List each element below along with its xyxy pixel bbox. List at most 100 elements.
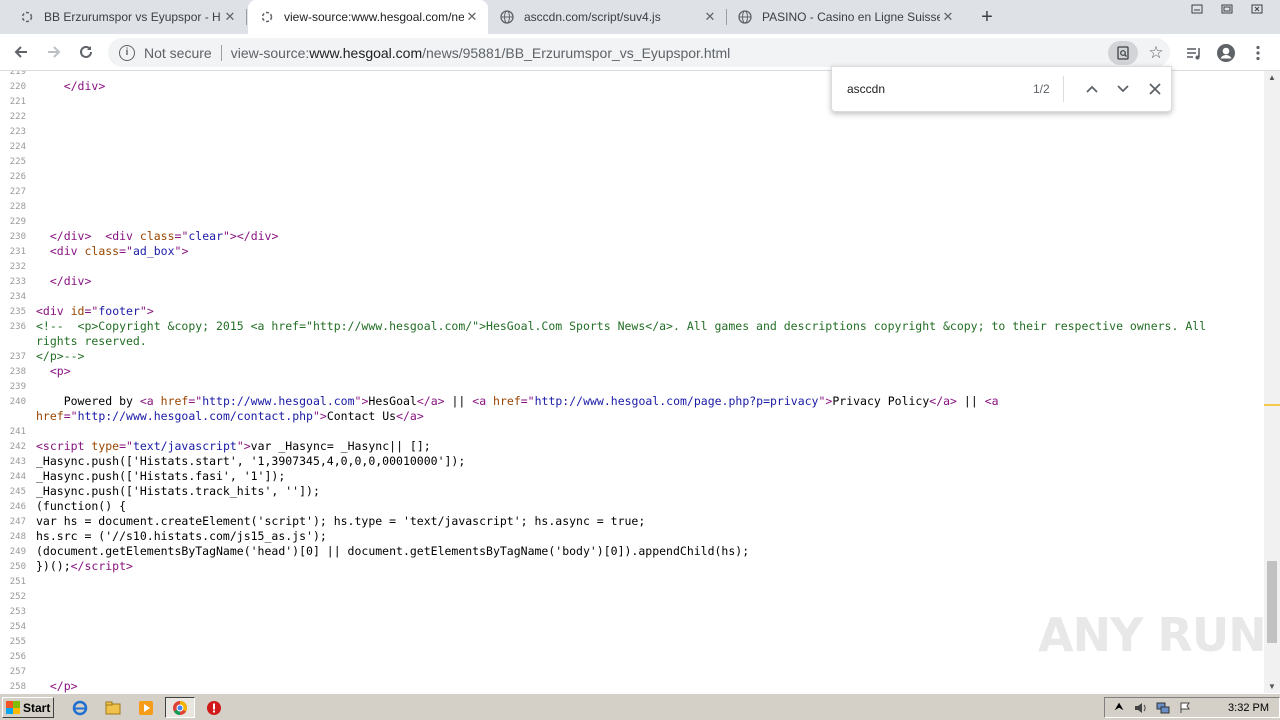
media-queue-icon[interactable] [1182, 41, 1206, 65]
line-number: 247 [9, 517, 26, 527]
volume-icon[interactable] [1133, 700, 1149, 716]
source-line: Powered by <a href="http://www.hesgoal.c… [36, 394, 999, 408]
chevron-up-icon[interactable] [1076, 77, 1108, 101]
line-number: 234 [9, 292, 26, 302]
media-player-icon[interactable] [134, 697, 158, 718]
window-controls [1182, 0, 1272, 18]
scrollbar-thumb[interactable] [1267, 561, 1277, 643]
line-number: 221 [9, 97, 26, 107]
chrome-taskbar-icon[interactable] [165, 697, 195, 718]
stop-sign-icon[interactable] [202, 697, 226, 718]
globe-icon [500, 10, 514, 24]
close-window-button[interactable] [1242, 0, 1272, 18]
line-number: 235 [9, 307, 26, 317]
url-host: www.hesgoal.com [309, 44, 423, 61]
vertical-scrollbar[interactable]: ▲ ▼ [1264, 71, 1280, 693]
minimize-button[interactable] [1182, 0, 1212, 18]
line-number: 230 [9, 232, 26, 242]
line-number: 228 [9, 202, 26, 212]
globe-icon [738, 10, 752, 24]
close-icon[interactable]: ✕ [702, 9, 718, 25]
source-line: (document.getElementsByTagName('head')[0… [36, 544, 750, 558]
find-match-count: 1/2 [1032, 82, 1050, 96]
line-number: 255 [9, 637, 26, 647]
source-line: <div class="ad_box"> [49, 244, 189, 258]
network-icon[interactable] [1155, 700, 1171, 716]
find-input[interactable]: asccdn [847, 82, 1016, 96]
source-line: </p> [49, 679, 78, 693]
line-number: 258 [9, 682, 26, 692]
close-icon[interactable]: ✕ [940, 9, 956, 25]
menu-kebab-icon[interactable] [1246, 41, 1270, 65]
source-line: (function() { [36, 499, 127, 513]
line-number: 239 [9, 382, 26, 392]
internet-explorer-icon[interactable] [68, 697, 92, 718]
info-icon[interactable]: i [119, 44, 135, 61]
source-line: _Hasync.push(['Histats.start', '1,390734… [36, 454, 466, 468]
scroll-down-arrow-icon[interactable]: ▼ [1268, 682, 1276, 691]
line-number: 231 [9, 247, 26, 257]
url-path: /news/95881/BB_Erzurumspor_vs_Eyupspor.h… [422, 44, 731, 61]
line-number: 222 [9, 112, 26, 122]
close-icon[interactable] [1139, 77, 1171, 101]
source-line: </div> [49, 274, 92, 288]
source-line: var hs = document.createElement('script'… [36, 514, 646, 528]
back-button[interactable] [9, 40, 33, 64]
source-line: <!-- <p>Copyright &copy; 2015 <a href="h… [36, 319, 1207, 333]
line-number: 253 [9, 607, 26, 617]
taskbar-clock[interactable]: 3:32 PM [1228, 702, 1269, 714]
tab-title: asccdn.com/script/suv4.js [524, 10, 661, 24]
line-number: 242 [9, 442, 26, 452]
chevron-down-icon[interactable] [1107, 77, 1139, 101]
line-number: 252 [9, 592, 26, 602]
line-number: 233 [9, 277, 26, 287]
line-number: 237 [9, 352, 26, 362]
new-tab-button[interactable]: + [976, 6, 998, 28]
line-number: 246 [9, 502, 26, 512]
forward-button[interactable] [42, 40, 66, 64]
tab-view-source[interactable]: view-source:www.hesgoal.com/new ✕ [248, 0, 488, 34]
line-number: 225 [9, 157, 26, 167]
line-number: 254 [9, 622, 26, 632]
close-icon[interactable]: ✕ [464, 9, 480, 25]
line-number: 227 [9, 187, 26, 197]
tab-pasino[interactable]: PASINO - Casino en Ligne Suisse - Su ✕ [726, 0, 964, 34]
address-bar[interactable]: i Not secure view-source: www.hesgoal.com… [108, 38, 1170, 67]
restore-button[interactable] [1212, 0, 1242, 18]
scroll-up-arrow-icon[interactable]: ▲ [1268, 73, 1276, 82]
tray-expand-icon[interactable]: ⮝ [1111, 700, 1127, 716]
line-number: 241 [9, 427, 26, 437]
start-label: Start [23, 700, 51, 715]
find-in-page-icon[interactable] [1108, 40, 1138, 65]
line-number: 244 [9, 472, 26, 482]
view-source-content[interactable]: 219 220 </div> 221 222 223 224 225 226 227 228 229… [0, 71, 1264, 693]
close-icon[interactable]: ✕ [222, 9, 238, 25]
tab-bb-erzurumspor[interactable]: BB Erzurumspor vs Eyupspor - H ✕ [8, 0, 247, 34]
source-line: </p>--> [36, 349, 85, 363]
source-line: })();</script> [36, 559, 133, 573]
system-tray: ⮝ 3:32 PM [1104, 697, 1280, 718]
source-line: <div id="footer"> [36, 304, 154, 318]
source-line: hs.src = ('//s10.histats.com/js15_as.js'… [36, 529, 327, 543]
action-center-flag-icon[interactable] [1177, 700, 1193, 716]
profile-avatar-icon[interactable] [1214, 41, 1238, 65]
find-match-marker [1264, 404, 1280, 406]
line-number: 220 [9, 82, 26, 92]
file-explorer-icon[interactable] [101, 697, 125, 718]
line-number: 248 [9, 532, 26, 542]
reload-button[interactable] [74, 40, 98, 64]
source-line: <p> [49, 364, 71, 378]
source-line: _Hasync.push(['Histats.fasi', '1']); [36, 469, 286, 483]
find-bar: asccdn 1/2 [831, 66, 1172, 112]
source-line: <script type="text/javascript">var _Hasy… [36, 439, 431, 453]
line-number: 224 [9, 142, 26, 152]
bookmark-star-icon[interactable]: ☆ [1142, 43, 1170, 63]
loading-icon [20, 10, 34, 24]
windows-taskbar: Start ⮝ 3:32 PM [0, 693, 1280, 720]
line-number: 250 [9, 562, 26, 572]
source-line: rights reserved. [36, 334, 147, 348]
start-button[interactable]: Start [2, 697, 54, 718]
line-number: 249 [9, 547, 26, 557]
line-number: 243 [9, 457, 26, 467]
tab-asccdn[interactable]: asccdn.com/script/suv4.js ✕ [488, 0, 727, 34]
